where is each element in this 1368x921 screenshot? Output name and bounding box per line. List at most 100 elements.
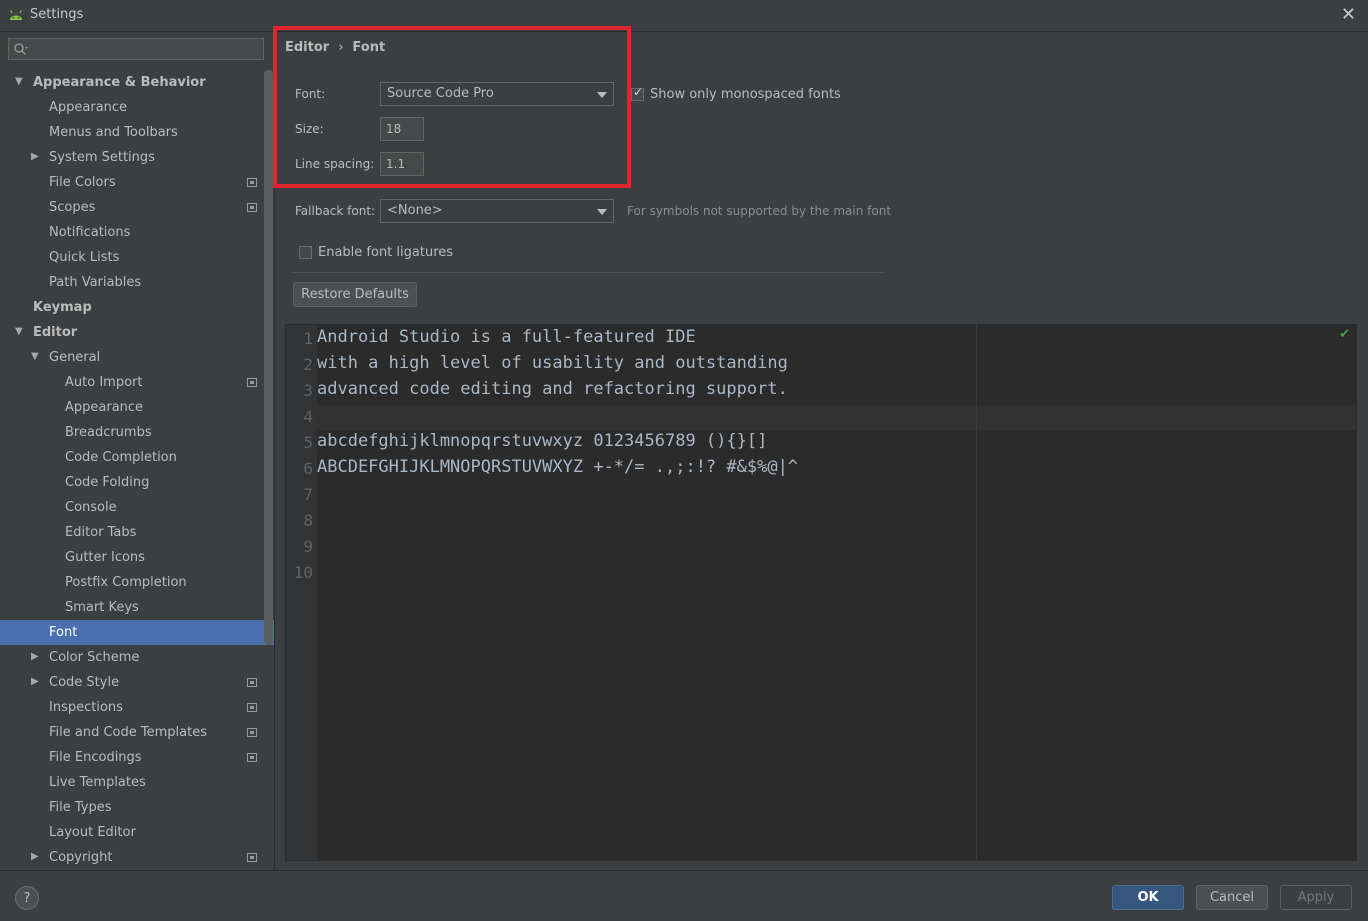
font-settings-panel: Editor › Font Font: Source Code Pro ✓ Show…: [273, 26, 1368, 870]
project-scope-icon: [247, 203, 257, 212]
sidebar-item-file-encodings[interactable]: File Encodings: [0, 745, 274, 770]
help-button[interactable]: ?: [15, 886, 39, 910]
window-title: Settings: [30, 7, 84, 22]
sidebar-item-label: Font: [49, 625, 78, 640]
size-field[interactable]: 18: [380, 117, 424, 141]
line-number: 6: [303, 459, 313, 478]
sidebar-item-label: Code Completion: [65, 450, 177, 465]
sidebar-item-notifications[interactable]: Notifications: [0, 220, 274, 245]
sidebar-item-copyright[interactable]: ▶ Copyright: [0, 845, 274, 870]
sidebar-item-code-completion[interactable]: Code Completion: [0, 445, 274, 470]
sidebar-item-breadcrumbs[interactable]: Breadcrumbs: [0, 420, 274, 445]
cancel-button[interactable]: Cancel: [1196, 885, 1268, 910]
sidebar-item-scopes[interactable]: Scopes: [0, 195, 274, 220]
sidebar-item-file-types[interactable]: File Types: [0, 795, 274, 820]
sidebar-item-label: Editor Tabs: [65, 525, 137, 540]
sidebar-item-console[interactable]: Console: [0, 495, 274, 520]
expand-arrow-icon[interactable]: ▼: [15, 327, 25, 337]
sidebar-item-label: Breadcrumbs: [65, 425, 152, 440]
sidebar-scrollbar[interactable]: [264, 70, 273, 645]
sidebar-item-label: File and Code Templates: [49, 725, 207, 740]
sidebar-item-label: Appearance & Behavior: [33, 75, 206, 90]
sidebar-item-editor[interactable]: ▼ Editor: [0, 320, 274, 345]
fallback-font-value: <None>: [387, 203, 443, 218]
sidebar-item-file-and-code-templates[interactable]: File and Code Templates: [0, 720, 274, 745]
font-label: Font:: [295, 87, 326, 101]
title-bar: Settings ✕: [0, 0, 1368, 32]
ligatures-label: Enable font ligatures: [318, 245, 454, 260]
close-icon[interactable]: ✕: [1341, 4, 1356, 25]
search-icon: [14, 43, 28, 55]
line-spacing-field[interactable]: 1.1: [380, 152, 424, 176]
collapse-arrow-icon[interactable]: ▶: [31, 677, 41, 687]
preview-line: ABCDEFGHIJKLMNOPQRSTUVWXYZ +-*/= .,;:!? …: [317, 457, 799, 477]
line-number: 9: [303, 537, 313, 556]
sidebar-item-label: Appearance: [65, 400, 144, 415]
sidebar-item-label: Code Folding: [65, 475, 150, 490]
sidebar-item-label: Gutter Icons: [65, 550, 145, 565]
search-input[interactable]: [8, 38, 264, 60]
monospaced-label: Show only monospaced fonts: [650, 87, 841, 102]
sidebar-item-smart-keys[interactable]: Smart Keys: [0, 595, 274, 620]
sidebar-item-auto-import[interactable]: Auto Import: [0, 370, 274, 395]
monospaced-checkbox[interactable]: ✓: [631, 85, 644, 101]
sidebar-item-general[interactable]: ▼ General: [0, 345, 274, 370]
sidebar-item-label: Scopes: [49, 200, 96, 215]
sidebar-item-postfix-completion[interactable]: Postfix Completion: [0, 570, 274, 595]
expand-arrow-icon[interactable]: ▼: [31, 352, 41, 362]
collapse-arrow-icon[interactable]: ▶: [31, 652, 41, 662]
fallback-font-label: Fallback font:: [295, 204, 376, 218]
sidebar-item-path-variables[interactable]: Path Variables: [0, 270, 274, 295]
sidebar-item-label: File Types: [49, 800, 112, 815]
project-scope-icon: [247, 728, 257, 737]
line-number: 10: [293, 563, 313, 582]
sidebar-item-file-colors[interactable]: File Colors: [0, 170, 274, 195]
sidebar-item-quick-lists[interactable]: Quick Lists: [0, 245, 274, 270]
sidebar-item-label: File Encodings: [49, 750, 142, 765]
sidebar-item-label: Copyright: [49, 850, 113, 865]
sidebar-item-menus-and-toolbars[interactable]: Menus and Toolbars: [0, 120, 274, 145]
sidebar-item-appearance[interactable]: Appearance: [0, 95, 274, 120]
sidebar-item-appearance-behavior[interactable]: ▼ Appearance & Behavior: [0, 70, 274, 95]
restore-defaults-button[interactable]: Restore Defaults: [293, 282, 417, 307]
chevron-down-icon: [597, 92, 607, 98]
sidebar-item-label: Postfix Completion: [65, 575, 187, 590]
caret-row-highlight: [317, 405, 1356, 430]
collapse-arrow-icon[interactable]: ▶: [31, 852, 41, 862]
sidebar-item-editor-tabs[interactable]: Editor Tabs: [0, 520, 274, 545]
ok-button[interactable]: OK: [1112, 885, 1184, 910]
sidebar-item-label: Menus and Toolbars: [49, 125, 178, 140]
ligatures-checkbox[interactable]: [299, 246, 312, 259]
sidebar-item-label: Color Scheme: [49, 650, 140, 665]
sidebar-item-font[interactable]: Font: [0, 620, 274, 645]
line-number: 3: [303, 381, 313, 400]
project-scope-icon: [247, 853, 257, 862]
sidebar-item-label: Inspections: [49, 700, 123, 715]
expand-arrow-icon[interactable]: ▼: [15, 77, 25, 87]
font-preview-editor[interactable]: 1 2 3 4 5 6 7 8 9 10 Android Studio is a full-fea…: [285, 324, 1357, 861]
fallback-font-select[interactable]: <None>: [380, 199, 614, 223]
sidebar-item-code-folding[interactable]: Code Folding: [0, 470, 274, 495]
fallback-hint: For symbols not supported by the main fo…: [627, 204, 892, 218]
font-select[interactable]: Source Code Pro: [380, 82, 614, 106]
collapse-arrow-icon[interactable]: ▶: [31, 152, 41, 162]
sidebar-item-live-templates[interactable]: Live Templates: [0, 770, 274, 795]
sidebar-item-gutter-icons[interactable]: Gutter Icons: [0, 545, 274, 570]
breadcrumb: Editor › Font: [285, 40, 385, 55]
sidebar-item-appearance[interactable]: Appearance: [0, 395, 274, 420]
sidebar-item-label: File Colors: [49, 175, 116, 190]
checkmark-icon: ✓: [633, 85, 644, 99]
sidebar-item-code-style[interactable]: ▶ Code Style: [0, 670, 274, 695]
line-spacing-label: Line spacing:: [295, 157, 375, 171]
sidebar-item-color-scheme[interactable]: ▶ Color Scheme: [0, 645, 274, 670]
sidebar-item-keymap[interactable]: Keymap: [0, 295, 274, 320]
breadcrumb-separator: ›: [338, 40, 344, 55]
sidebar-item-layout-editor[interactable]: Layout Editor: [0, 820, 274, 845]
sidebar-item-system-settings[interactable]: ▶ System Settings: [0, 145, 274, 170]
breadcrumb-parent[interactable]: Editor: [285, 40, 329, 55]
apply-button[interactable]: Apply: [1280, 885, 1352, 910]
sidebar-item-label: General: [49, 350, 101, 365]
sidebar-item-inspections[interactable]: Inspections: [0, 695, 274, 720]
chevron-down-icon: [597, 209, 607, 215]
right-margin-guide: [976, 325, 977, 860]
